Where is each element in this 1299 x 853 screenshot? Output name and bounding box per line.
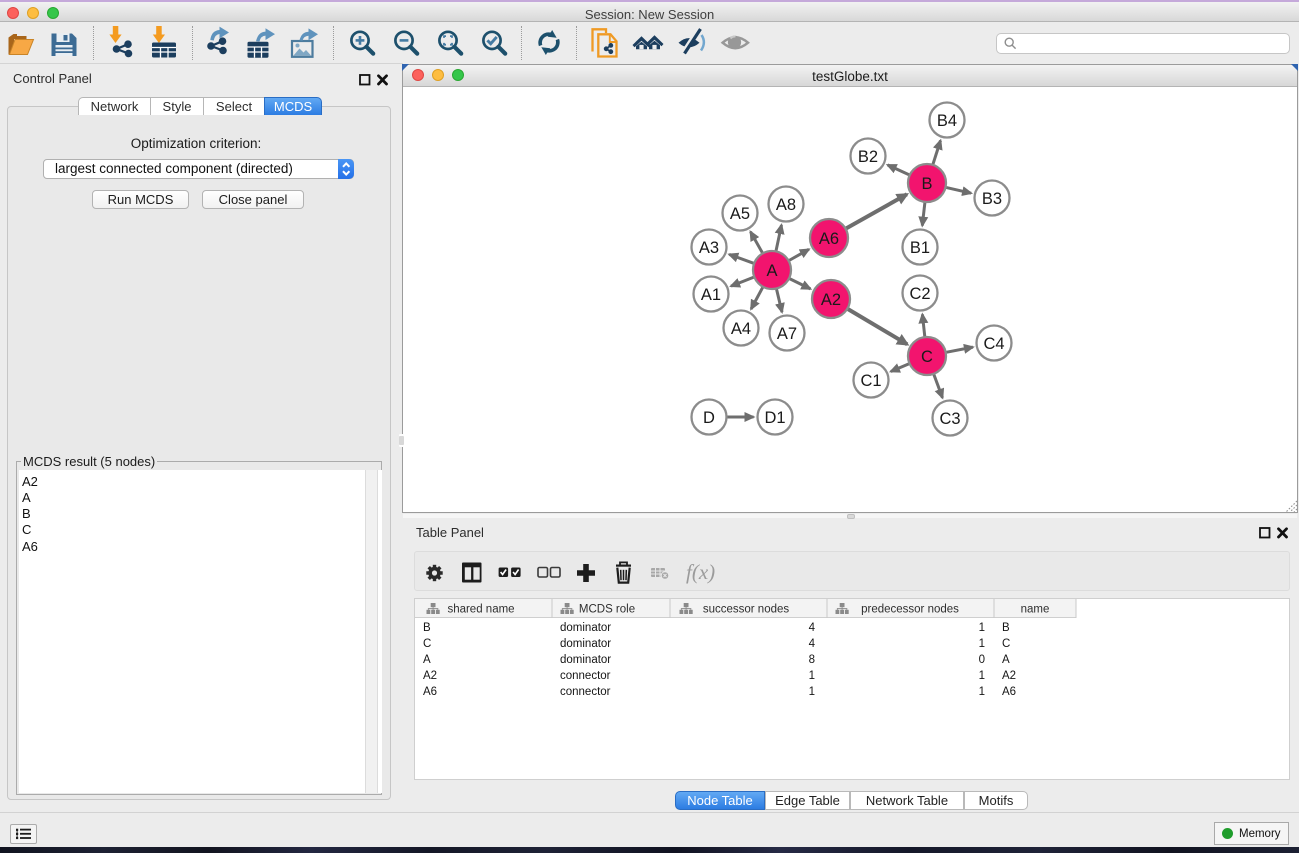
svg-text:A6: A6 [1002, 686, 1016, 698]
svg-text:0: 0 [979, 654, 985, 666]
svg-text:1: 1 [979, 670, 985, 682]
svg-text:A: A [423, 654, 431, 666]
svg-text:successor nodes: successor nodes [703, 604, 790, 616]
svg-text:A2: A2 [1002, 670, 1016, 682]
svg-text:A1: A1 [701, 286, 721, 304]
svg-text:B: B [1002, 622, 1010, 634]
svg-text:name: name [1021, 604, 1050, 616]
svg-text:C3: C3 [939, 410, 960, 428]
svg-text:1: 1 [979, 622, 985, 634]
svg-text:A3: A3 [699, 239, 719, 257]
svg-text:B1: B1 [910, 239, 930, 257]
svg-text:dominator: dominator [560, 622, 611, 634]
svg-text:dominator: dominator [560, 654, 611, 666]
svg-text:1: 1 [979, 686, 985, 698]
svg-text:4: 4 [809, 638, 816, 650]
svg-text:MCDS role: MCDS role [579, 604, 635, 616]
svg-text:A4: A4 [731, 320, 751, 338]
svg-text:connector: connector [560, 686, 611, 698]
svg-text:A5: A5 [730, 205, 750, 223]
svg-text:B4: B4 [937, 112, 957, 130]
svg-text:shared name: shared name [447, 604, 514, 616]
svg-text:C1: C1 [860, 372, 881, 390]
svg-text:connector: connector [560, 670, 611, 682]
svg-text:C: C [921, 348, 933, 366]
svg-text:C4: C4 [983, 335, 1004, 353]
svg-text:A2: A2 [821, 291, 841, 309]
svg-text:B2: B2 [858, 148, 878, 166]
svg-text:B: B [423, 622, 431, 634]
svg-text:C: C [423, 638, 431, 650]
svg-text:A7: A7 [777, 325, 797, 343]
svg-text:8: 8 [809, 654, 815, 666]
svg-text:B: B [921, 175, 932, 193]
svg-text:4: 4 [809, 622, 816, 634]
svg-text:A8: A8 [776, 196, 796, 214]
svg-text:dominator: dominator [560, 638, 611, 650]
svg-text:A2: A2 [423, 670, 437, 682]
svg-text:C2: C2 [909, 285, 930, 303]
svg-text:A6: A6 [423, 686, 437, 698]
svg-text:A: A [1002, 654, 1010, 666]
svg-text:f(x): f(x) [686, 560, 715, 584]
svg-text:A6: A6 [819, 230, 839, 248]
svg-text:C: C [1002, 638, 1010, 650]
svg-text:1: 1 [809, 670, 815, 682]
svg-text:D: D [703, 409, 715, 427]
svg-text:1: 1 [979, 638, 985, 650]
svg-text:D1: D1 [764, 409, 785, 427]
svg-text:1: 1 [809, 686, 815, 698]
svg-text:A: A [766, 262, 777, 280]
svg-text:B3: B3 [982, 190, 1002, 208]
svg-text:predecessor nodes: predecessor nodes [861, 604, 959, 616]
